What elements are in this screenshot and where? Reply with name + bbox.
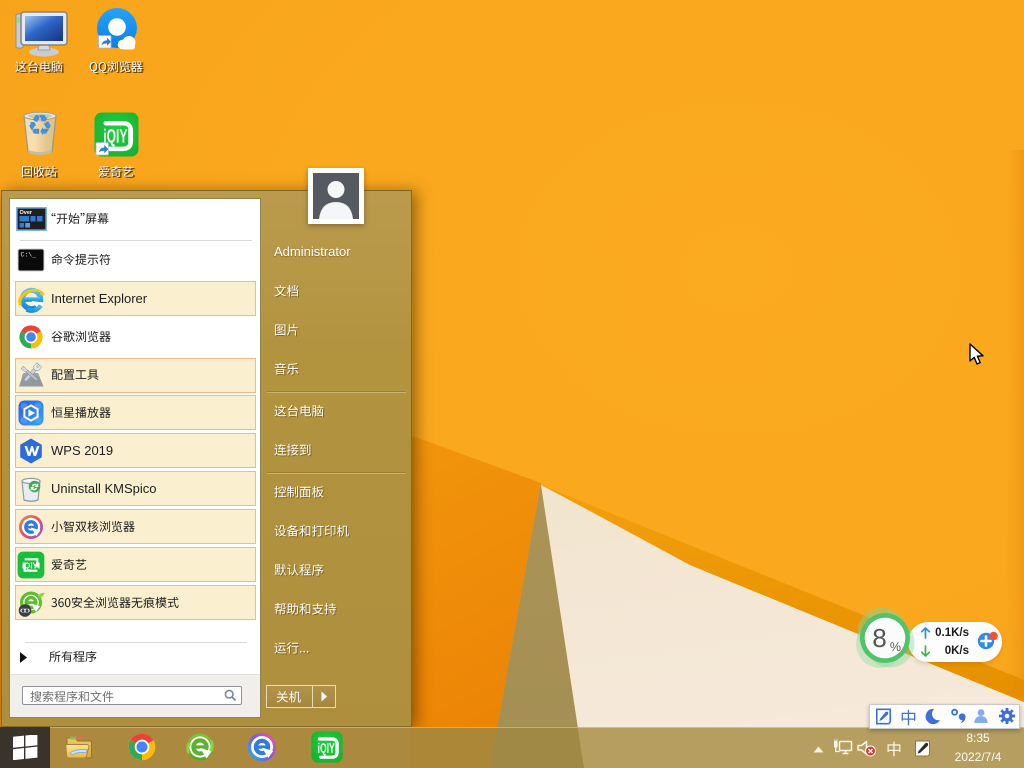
svg-text:iQIYI: iQIYI: [22, 561, 40, 570]
svg-text:C:\_: C:\_: [21, 252, 37, 259]
svg-text:Over: Over: [20, 210, 33, 216]
